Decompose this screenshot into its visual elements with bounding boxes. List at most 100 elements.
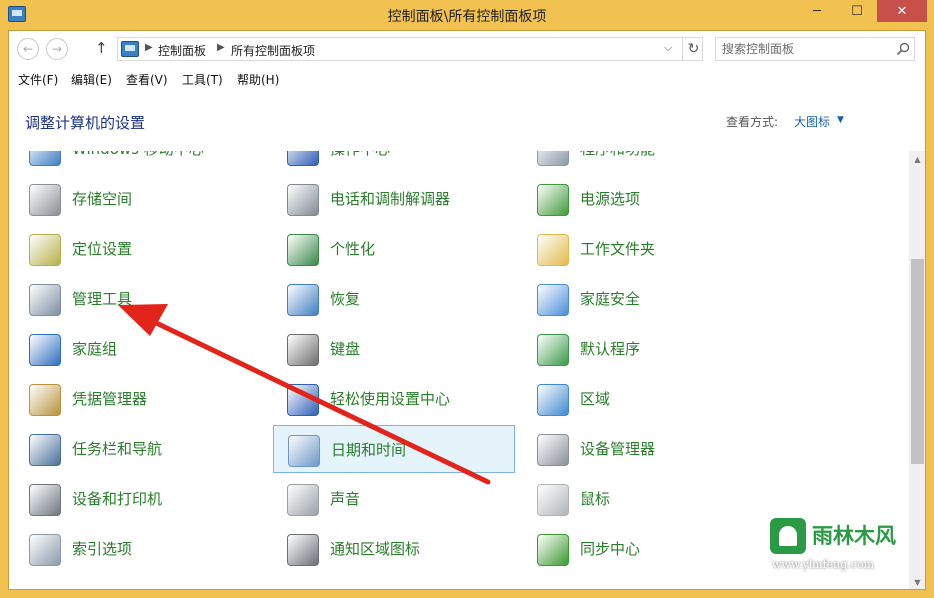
view-by-dropdown[interactable]: 大图标 bbox=[794, 113, 830, 130]
view-by-label: 查看方式: bbox=[726, 115, 779, 129]
recovery-icon bbox=[287, 284, 319, 316]
breadcrumb-control-panel[interactable]: 控制面板 bbox=[158, 42, 206, 59]
scroll-up-icon[interactable]: ▲ bbox=[909, 151, 925, 168]
sync-center-icon bbox=[537, 534, 569, 566]
control-panel-item[interactable]: 鼠标 bbox=[523, 475, 765, 523]
default-programs-icon bbox=[537, 334, 569, 366]
control-panel-item[interactable]: 设备和打印机 bbox=[15, 475, 257, 523]
breadcrumb-separator-icon[interactable]: ▶ bbox=[217, 42, 225, 53]
menu-tools[interactable]: 工具(T) bbox=[182, 71, 223, 88]
control-panel-item[interactable]: 凭据管理器 bbox=[15, 375, 257, 423]
minimize-button[interactable]: ─ bbox=[797, 0, 837, 22]
device-manager-icon bbox=[537, 434, 569, 466]
search-box[interactable] bbox=[715, 37, 915, 61]
control-panel-item[interactable]: 恢复 bbox=[273, 275, 515, 323]
control-panel-item[interactable]: 默认程序 bbox=[523, 325, 765, 373]
control-panel-item[interactable]: 键盘 bbox=[273, 325, 515, 373]
region-globe-icon bbox=[537, 384, 569, 416]
control-panel-item[interactable]: 索引选项 bbox=[15, 525, 257, 573]
control-panel-item-label: 日期和时间 bbox=[331, 441, 407, 459]
keyboard-icon bbox=[287, 334, 319, 366]
control-panel-item-label: 家庭组 bbox=[72, 340, 118, 358]
address-bar[interactable]: ▶ 控制面板 ▶ 所有控制面板项 ⌵ ↻ bbox=[117, 37, 703, 61]
menu-file[interactable]: 文件(F) bbox=[18, 71, 58, 88]
watermark: 雨林木风 www.ylmfeng.com bbox=[768, 514, 928, 578]
control-panel-item-label: 恢复 bbox=[330, 290, 361, 308]
close-button[interactable]: ✕ bbox=[877, 0, 927, 22]
action-center-flag-icon bbox=[287, 151, 319, 166]
control-panel-icon bbox=[121, 41, 139, 57]
control-panel-item-label: 个性化 bbox=[330, 240, 376, 258]
storage-spaces-icon bbox=[29, 184, 61, 216]
personalization-icon bbox=[287, 234, 319, 266]
refresh-button[interactable]: ↻ bbox=[682, 37, 704, 61]
menu-help[interactable]: 帮助(H) bbox=[237, 71, 279, 88]
explorer-window: ← → ↑ ▶ 控制面板 ▶ 所有控制面板项 ⌵ ↻ 文件(F) 编辑(E) 查… bbox=[8, 30, 926, 590]
breadcrumb-all-items[interactable]: 所有控制面板项 bbox=[231, 42, 315, 59]
control-panel-item-label: 区域 bbox=[580, 390, 611, 408]
control-panel-item-label: 定位设置 bbox=[72, 240, 133, 258]
back-button[interactable]: ← bbox=[17, 38, 39, 60]
control-panel-item[interactable]: 任务栏和导航 bbox=[15, 425, 257, 473]
control-panel-item[interactable]: 工作文件夹 bbox=[523, 225, 765, 273]
control-panel-item[interactable]: 设备管理器 bbox=[523, 425, 765, 473]
work-folders-icon bbox=[537, 234, 569, 266]
control-panel-item[interactable]: 程序和功能 bbox=[523, 151, 765, 173]
control-panel-item[interactable]: 声音 bbox=[273, 475, 515, 523]
control-panel-item[interactable]: Windows 移动中心 bbox=[15, 151, 257, 173]
control-panel-item[interactable]: 家庭安全 bbox=[523, 275, 765, 323]
control-panel-item[interactable]: 存储空间 bbox=[15, 175, 257, 223]
up-button[interactable]: ↑ bbox=[95, 39, 108, 57]
forward-button[interactable]: → bbox=[46, 38, 68, 60]
mouse-icon bbox=[537, 484, 569, 516]
content-header: 调整计算机的设置 查看方式: 大图标 ▼ bbox=[9, 91, 925, 151]
control-panel-item[interactable]: 家庭组 bbox=[15, 325, 257, 373]
search-input[interactable] bbox=[722, 41, 882, 57]
control-panel-item-label: 设备管理器 bbox=[580, 440, 656, 458]
taskbar-navigation-icon bbox=[29, 434, 61, 466]
control-panel-item-label: 电话和调制解调器 bbox=[330, 190, 451, 208]
page-title: 调整计算机的设置 bbox=[25, 114, 146, 132]
programs-features-icon bbox=[537, 151, 569, 166]
location-settings-icon bbox=[29, 234, 61, 266]
control-panel-item-label: 设备和打印机 bbox=[72, 490, 163, 508]
control-panel-item-label: 通知区域图标 bbox=[330, 540, 421, 558]
control-panel-item[interactable]: 日期和时间 bbox=[273, 425, 515, 473]
control-panel-item[interactable]: 电源选项 bbox=[523, 175, 765, 223]
watermark-logo-icon bbox=[770, 518, 806, 554]
control-panel-item[interactable]: 定位设置 bbox=[15, 225, 257, 273]
control-panel-item-label: 索引选项 bbox=[72, 540, 133, 558]
control-panel-item[interactable]: 轻松使用设置中心 bbox=[273, 375, 515, 423]
breadcrumb-separator-icon[interactable]: ▶ bbox=[145, 42, 153, 53]
address-dropdown-icon[interactable]: ⌵ bbox=[664, 41, 672, 55]
search-icon[interactable] bbox=[896, 42, 910, 56]
navigation-bar: ← → ↑ ▶ 控制面板 ▶ 所有控制面板项 ⌵ ↻ bbox=[9, 31, 925, 65]
control-panel-item-label: 鼠标 bbox=[580, 490, 611, 508]
control-panel-item[interactable]: 区域 bbox=[523, 375, 765, 423]
control-panel-item[interactable]: 通知区域图标 bbox=[273, 525, 515, 573]
title-bar: 控制面板\所有控制面板项 ─ ☐ ✕ bbox=[0, 0, 934, 30]
control-panel-item[interactable]: 同步中心 bbox=[523, 525, 765, 573]
menu-view[interactable]: 查看(V) bbox=[126, 71, 168, 88]
date-time-icon bbox=[288, 435, 320, 467]
control-panel-item-label: 电源选项 bbox=[580, 190, 641, 208]
control-panel-item-label: 键盘 bbox=[330, 340, 361, 358]
menu-edit[interactable]: 编辑(E) bbox=[71, 71, 112, 88]
scroll-thumb[interactable] bbox=[911, 259, 924, 464]
control-panel-item[interactable]: 管理工具 bbox=[15, 275, 257, 323]
admin-tools-icon bbox=[29, 284, 61, 316]
phone-modem-icon bbox=[287, 184, 319, 216]
control-panel-item-label: 管理工具 bbox=[72, 290, 133, 308]
control-panel-item-label: 凭据管理器 bbox=[72, 390, 148, 408]
control-panel-item[interactable]: 电话和调制解调器 bbox=[273, 175, 515, 223]
control-panel-item-label: 工作文件夹 bbox=[580, 240, 656, 258]
ease-of-access-icon bbox=[287, 384, 319, 416]
windows-mobility-icon bbox=[29, 151, 61, 166]
control-panel-item-label: 存储空间 bbox=[72, 190, 133, 208]
control-panel-item-label: Windows 移动中心 bbox=[72, 151, 204, 159]
view-by-caret-icon[interactable]: ▼ bbox=[837, 115, 844, 125]
control-panel-item[interactable]: 个性化 bbox=[273, 225, 515, 273]
control-panel-item[interactable]: 操作中心 bbox=[273, 151, 515, 173]
sound-speaker-icon bbox=[287, 484, 319, 516]
maximize-button[interactable]: ☐ bbox=[837, 0, 877, 22]
